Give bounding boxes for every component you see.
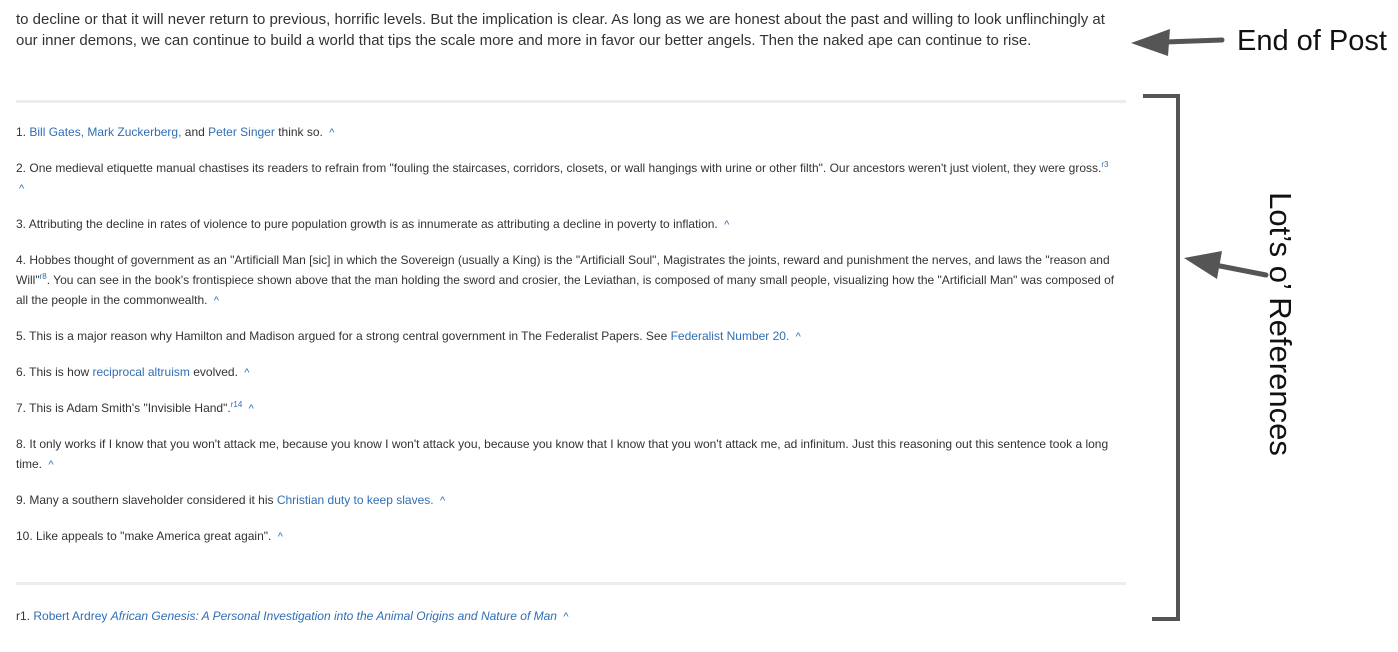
arrow-head xyxy=(1184,251,1222,279)
references-label: Lot’s o’ References xyxy=(1263,192,1298,456)
references-arrow xyxy=(1184,251,1269,279)
arrow-shaft xyxy=(1212,262,1269,278)
references-bracket xyxy=(1143,94,1180,621)
end-of-post-arrow xyxy=(1131,29,1225,56)
bracket-line xyxy=(1143,94,1180,621)
arrow-head xyxy=(1131,29,1170,56)
end-of-post-label: End of Post xyxy=(1237,25,1387,57)
annotation-overlay xyxy=(1131,29,1269,621)
arrow-shaft xyxy=(1162,37,1225,45)
